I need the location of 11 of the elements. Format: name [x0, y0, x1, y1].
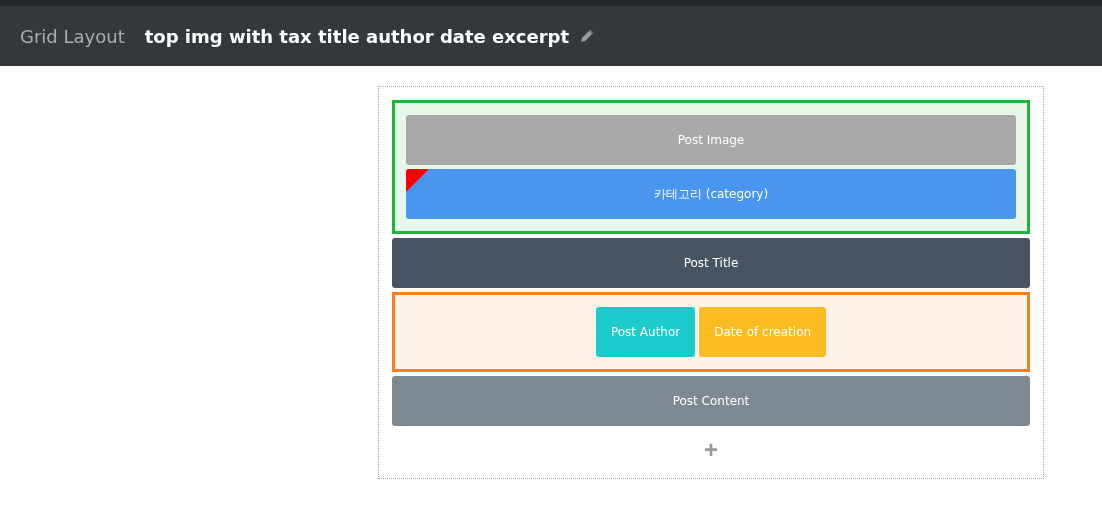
pencil-icon[interactable]	[579, 28, 596, 44]
layout-block[interactable]: 카테고리 (category)	[406, 169, 1016, 219]
layout-block[interactable]: Post Title	[392, 238, 1030, 288]
section-label: Grid Layout	[20, 25, 125, 47]
layout-title: top img with tax title author date excerpt	[144, 25, 570, 47]
corner-flag-icon	[406, 169, 429, 192]
layout-block[interactable]: Post Image	[406, 115, 1016, 165]
layout-block[interactable]: Post Content	[392, 376, 1030, 426]
add-button[interactable]: +	[700, 436, 722, 464]
layout-block[interactable]: Date of creation	[699, 307, 827, 357]
layout-block[interactable]: Post Author	[595, 307, 696, 357]
